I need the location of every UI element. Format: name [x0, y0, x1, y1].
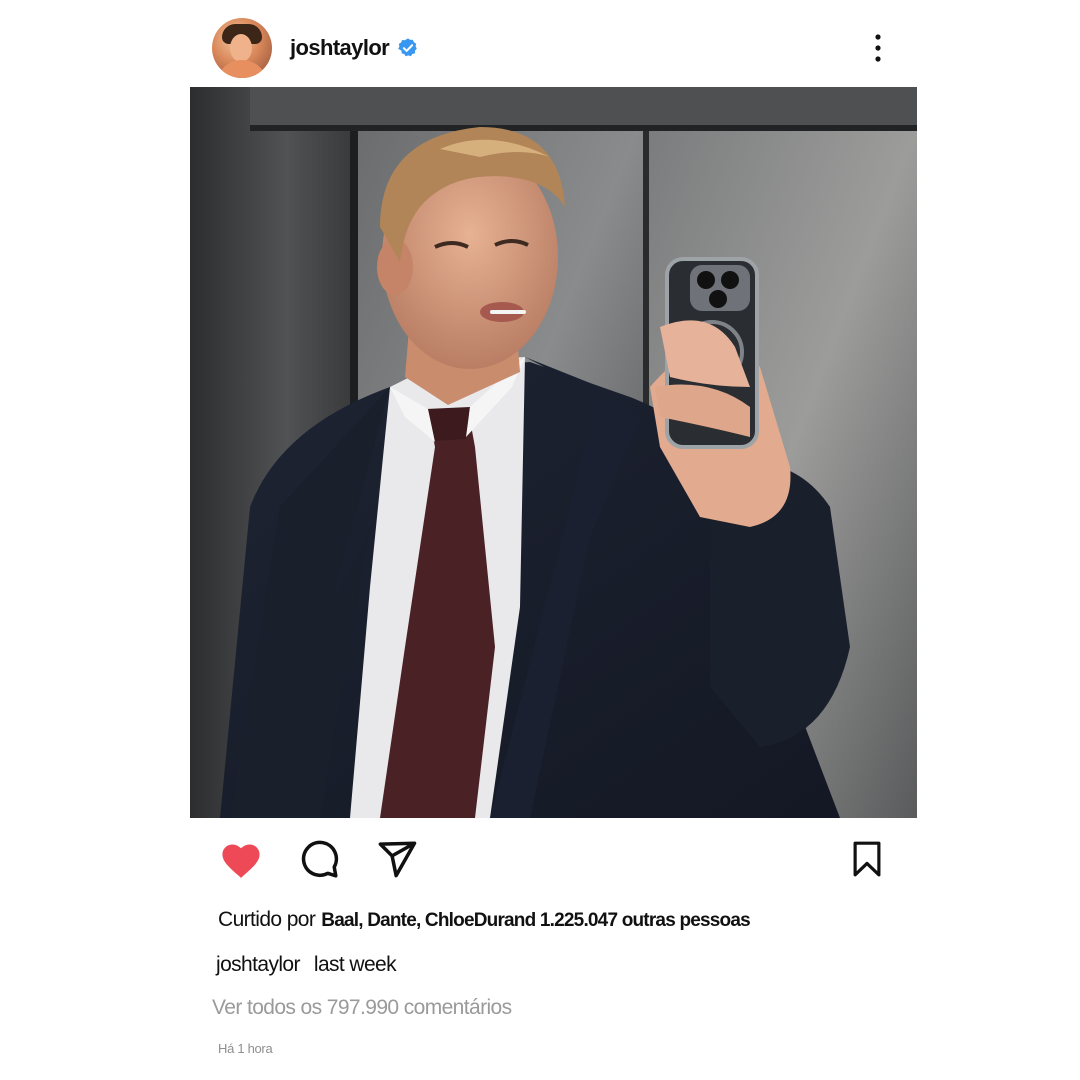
bookmark-icon[interactable]: [844, 836, 890, 882]
avatar[interactable]: [212, 18, 272, 78]
likes-summary: Curtido por Baal, Dante, ChloeDurand 1.22…: [218, 908, 751, 932]
post-caption: joshtaylor last week: [216, 953, 397, 977]
send-icon[interactable]: [374, 836, 420, 882]
caption-text: last week: [313, 953, 397, 976]
post-header: joshtaylor: [212, 16, 888, 80]
caption-username[interactable]: joshtaylor: [216, 953, 300, 976]
verified-badge-icon: [397, 37, 419, 59]
avatar-face: [230, 34, 252, 62]
comment-icon[interactable]: [296, 836, 342, 882]
more-options-icon[interactable]: [868, 30, 888, 66]
avatar-shoulders: [216, 60, 268, 78]
post-photo[interactable]: [190, 87, 917, 818]
post-username[interactable]: joshtaylor: [290, 35, 390, 61]
likes-label: Curtido por: [218, 908, 316, 931]
heart-icon[interactable]: [218, 836, 264, 882]
post-actions: [218, 836, 890, 882]
view-comments-link[interactable]: Ver todos os 797.990 comentários: [212, 996, 512, 1020]
likes-names[interactable]: Baal, Dante, ChloeDurand 1.225.047 outra…: [321, 910, 750, 931]
post-timestamp: Há 1 hora: [218, 1041, 273, 1056]
